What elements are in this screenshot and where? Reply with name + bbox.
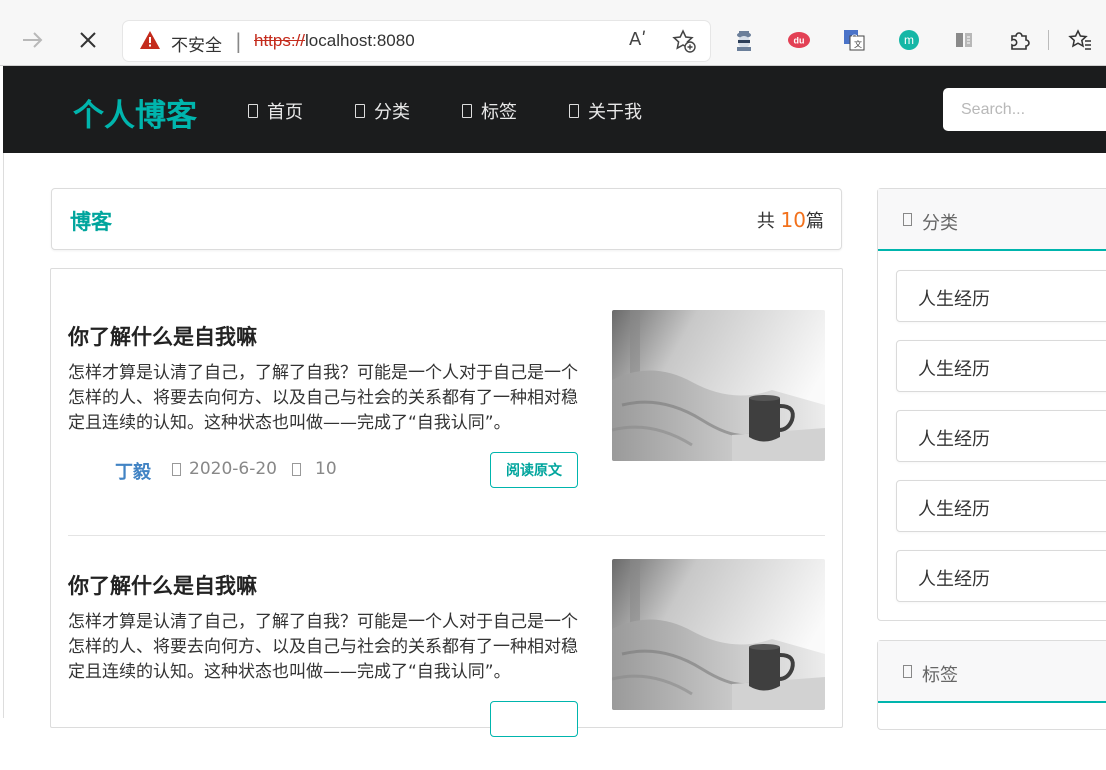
url-text[interactable]: https://localhost:8080 — [254, 31, 415, 51]
about-icon — [569, 104, 579, 118]
categories-card-title[interactable]: 分类 — [922, 209, 958, 235]
stop-loading-icon[interactable] — [75, 27, 101, 53]
category-label: 人生经历 — [918, 289, 990, 310]
read-more-button[interactable] — [490, 701, 578, 737]
post-meta: 丁毅 2020-6-20 10 阅读原文 — [68, 452, 578, 488]
favorites-icon[interactable] — [1068, 28, 1092, 52]
add-favorite-icon[interactable] — [671, 28, 697, 58]
url-host: localhost:8080 — [305, 31, 415, 50]
baidu-extension-icon[interactable]: du — [787, 28, 811, 52]
reader-extension-icon[interactable] — [952, 28, 976, 52]
post-divider — [68, 535, 825, 536]
address-bar[interactable]: 不安全 | https://localhost:8080 Aʹ — [123, 21, 710, 61]
site-brand[interactable]: 个人博客 — [73, 90, 197, 135]
post-list: 你了解什么是自我嘛 怎样才算是认清了自己，了解了自我？可能是一个人对于自己是一个… — [50, 268, 843, 737]
nav-categories[interactable]: 分类 — [355, 98, 410, 124]
post-thumbnail[interactable] — [612, 559, 825, 710]
categories-card: 分类 人生经历 人生经历 人生经历 人生经历 人生经历 — [877, 188, 1106, 621]
post-item: 你了解什么是自我嘛 怎样才算是认清了自己，了解了自我？可能是一个人对于自己是一个… — [68, 559, 825, 770]
category-item[interactable]: 人生经历 — [896, 410, 1106, 462]
nav-home-label: 首页 — [267, 102, 303, 123]
search-input[interactable] — [943, 88, 1106, 131]
category-label: 人生经历 — [918, 499, 990, 520]
author-avatar — [74, 455, 104, 485]
category-label: 人生经历 — [918, 569, 990, 590]
category-item[interactable]: 人生经历 — [896, 550, 1106, 602]
category-label: 人生经历 — [918, 359, 990, 380]
tags-card-title[interactable]: 标签 — [922, 661, 958, 687]
post-views: 10 — [292, 459, 337, 479]
categories-header-icon — [903, 213, 912, 226]
security-label[interactable]: 不安全 — [171, 31, 222, 56]
post-excerpt: 怎样才算是认清了自己，了解了自我？可能是一个人对于自己是一个怎样的人、将要去向何… — [68, 363, 578, 433]
tags-card-header: 标签 — [878, 641, 1106, 703]
post-date: 2020-6-20 — [172, 459, 277, 479]
svg-text:m: m — [904, 33, 914, 47]
blog-count-suffix: 篇 — [806, 211, 824, 232]
blog-section-title: 博客 — [70, 210, 112, 234]
tags-card: 标签 — [877, 640, 1106, 730]
nav-tags-label: 标签 — [481, 102, 517, 123]
category-item[interactable]: 人生经历 — [896, 270, 1106, 322]
post-excerpt: 怎样才算是认清了自己，了解了自我？可能是一个人对于自己是一个怎样的人、将要去向何… — [68, 612, 578, 682]
nav-about[interactable]: 关于我 — [569, 98, 642, 124]
eye-icon — [292, 462, 301, 476]
read-aloud-icon[interactable]: Aʹ — [629, 29, 646, 50]
categories-card-header: 分类 — [878, 189, 1106, 251]
tags-icon — [462, 104, 472, 118]
svg-text:du: du — [794, 36, 805, 46]
post-views-text: 10 — [315, 459, 337, 479]
nav-home[interactable]: 首页 — [248, 98, 303, 124]
page-border — [3, 153, 4, 718]
category-label: 人生经历 — [918, 429, 990, 450]
svg-text:文: 文 — [854, 39, 862, 49]
category-item[interactable]: 人生经历 — [896, 480, 1106, 532]
browser-toolbar: 不安全 | https://localhost:8080 Aʹ du G文 m — [0, 0, 1106, 66]
categories-icon — [355, 104, 365, 118]
post-meta — [68, 701, 578, 737]
warning-icon[interactable] — [139, 30, 161, 54]
blog-count: 共 10篇 — [757, 207, 824, 233]
post-item: 你了解什么是自我嘛 怎样才算是认清了自己，了解了自我？可能是一个人对于自己是一个… — [68, 310, 825, 521]
blog-list-header: 博客 共 10篇 — [51, 188, 842, 250]
calendar-icon — [172, 462, 181, 476]
post-author[interactable]: 丁毅 — [115, 458, 151, 484]
blog-count-prefix: 共 — [756, 211, 775, 232]
read-more-button[interactable]: 阅读原文 — [490, 452, 578, 488]
nav-tags[interactable]: 标签 — [462, 98, 517, 124]
nav-about-label: 关于我 — [588, 102, 642, 123]
nav-categories-label: 分类 — [374, 102, 410, 123]
spy-extension-icon[interactable] — [732, 28, 756, 52]
tags-header-icon — [903, 665, 912, 678]
extensions-puzzle-icon[interactable] — [1007, 28, 1031, 52]
translate-extension-icon[interactable]: G文 — [842, 28, 866, 52]
toolbar-separator — [1048, 30, 1049, 50]
forward-icon[interactable] — [20, 27, 46, 53]
post-title[interactable]: 你了解什么是自我嘛 — [68, 321, 257, 351]
url-scheme: https:// — [254, 31, 306, 50]
category-item[interactable]: 人生经历 — [896, 340, 1106, 392]
post-thumbnail[interactable] — [612, 310, 825, 461]
address-separator: | — [235, 29, 242, 53]
home-icon — [248, 104, 258, 118]
post-title[interactable]: 你了解什么是自我嘛 — [68, 570, 257, 600]
site-header: 个人博客 首页 分类 标签 关于我 — [3, 66, 1106, 153]
blog-count-number: 10 — [780, 208, 806, 232]
post-date-text: 2020-6-20 — [189, 459, 277, 479]
m-extension-icon[interactable]: m — [897, 28, 921, 52]
